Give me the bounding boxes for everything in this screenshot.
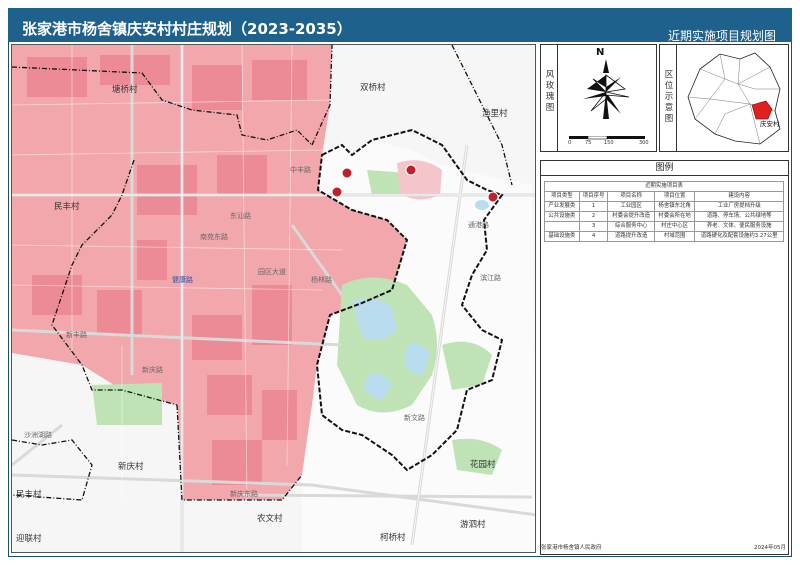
table-cell: 1 <box>578 201 609 212</box>
panel-divider <box>557 45 558 151</box>
title-bar: 张家港市杨舍镇庆安村村庄规划（2023-2035） 近期实施项目规划图 <box>8 8 792 43</box>
label-village-1: 塘桥村 <box>112 85 138 95</box>
table-cell: 道路、停车场、公共绿地等 <box>694 211 784 222</box>
wind-rose-panel: 风玫瑰图 N 0 75 150 300 <box>540 44 657 152</box>
panel-divider-2 <box>676 45 677 151</box>
label-village-6: 花园村 <box>470 460 496 470</box>
scale-tick-1: 75 <box>585 140 592 146</box>
project-marker-4[interactable] <box>487 191 499 203</box>
label-road-4: 东汕路 <box>230 212 251 220</box>
location-label: 区位示意图 <box>664 70 674 124</box>
label-road-9: 新文路 <box>404 414 425 422</box>
label-village-4: 民丰村 <box>54 202 80 212</box>
label-road-11: 沙洲湖路 <box>24 431 52 439</box>
label-road-7: 滨江路 <box>480 274 501 282</box>
table-row: 产业发展类 1 工业园区 杨舍镇东北角 工业厂房提档升级 <box>544 201 784 212</box>
label-village-8: 农文村 <box>257 514 283 524</box>
label-village-3: 渔里村 <box>482 109 508 119</box>
wind-rose-label: 风玫瑰图 <box>545 70 555 113</box>
col-header-name: 项目名称 <box>607 191 655 202</box>
table-row: 公共设施类 2 村委会提升改造 村委会所在地 道路、停车场、公共绿地等 <box>544 211 784 222</box>
col-header-location: 项目位置 <box>653 191 696 202</box>
location-highlight-label: 庆安村 <box>760 120 780 128</box>
label-road-1: 中丰路 <box>290 166 311 174</box>
table-cell: 村委会所在地 <box>653 211 696 222</box>
page-title: 张家港市杨舍镇庆安村村庄规划（2023-2035） <box>22 20 352 38</box>
label-village-5: 新庆村 <box>118 462 144 472</box>
table-cell: 公共设施类 <box>544 211 580 222</box>
project-table-header: 近期实施项目表 <box>544 181 784 192</box>
label-village-10: 游泗村 <box>460 520 486 530</box>
table-row: 基础设施类 4 道路提升改造 村域范围 道路硬化及配套设施约3.27公里 <box>544 231 784 242</box>
table-cell: 养老、文体、便民服务设施 <box>694 221 784 232</box>
project-table: 近期实施项目表 项目类型 项目序号 项目名称 项目位置 建设内容 产业发展类 1… <box>544 181 784 242</box>
table-cell: 工业园区 <box>607 201 655 212</box>
north-letter: N <box>596 47 605 58</box>
label-road-13: 新庆路 <box>142 366 163 374</box>
legend-panel: 图例 近期实施项目表 项目类型 项目序号 项目名称 项目位置 建设内容 产业发展… <box>540 160 789 555</box>
location-map <box>687 52 781 145</box>
table-cell: 工业厂房提档升级 <box>694 201 784 212</box>
table-cell: 2 <box>578 211 609 222</box>
main-map[interactable]: 塘桥村 双桥村 渔里村 民丰村 新庆村 花园村 民丰村 农文村 柯桥村 游泗村 … <box>11 44 536 553</box>
table-cell: 村域范围 <box>653 231 696 242</box>
label-village-7: 民丰村 <box>16 490 42 500</box>
table-cell: 综合服务中心 <box>607 221 655 232</box>
table-cell: 3 <box>578 221 609 232</box>
project-marker-2[interactable] <box>405 164 417 176</box>
wind-rose-icon <box>583 59 630 119</box>
table-cell: 基础设施类 <box>544 231 580 242</box>
scale-tick-2: 150 <box>604 140 614 146</box>
table-cell: 道路提升改造 <box>607 231 655 242</box>
table-cell: 产业发展类 <box>544 201 580 212</box>
col-header-no: 项目序号 <box>578 191 609 202</box>
location-panel: 区位示意图 庆安村 <box>659 44 789 152</box>
label-village-11: 迎联村 <box>16 534 42 544</box>
label-road-6: 通港路 <box>468 221 489 229</box>
label-road-8: 杨林路 <box>311 276 332 284</box>
table-cell: 道路硬化及配套设施约3.27公里 <box>694 231 784 242</box>
label-village-2: 双桥村 <box>360 83 386 93</box>
label-road-5: 健康路 <box>172 276 193 284</box>
label-road-3: 园区大道 <box>258 268 286 276</box>
page-subtitle: 近期实施项目规划图 <box>667 29 776 43</box>
table-cell: 村庄中心区 <box>653 221 696 232</box>
col-header-type: 项目类型 <box>544 191 580 202</box>
legend-title: 图例 <box>541 161 788 176</box>
project-marker-3[interactable] <box>331 186 343 198</box>
label-road-12: 新庆东路 <box>230 490 258 498</box>
table-cell: 4 <box>578 231 609 242</box>
footer-org: 张家港市杨舍镇人民政府 <box>541 545 602 551</box>
project-marker-1[interactable] <box>341 167 353 179</box>
table-cell: 村委会提升改造 <box>607 211 655 222</box>
label-village-9: 柯桥村 <box>380 533 406 543</box>
table-row: 3 综合服务中心 村庄中心区 养老、文体、便民服务设施 <box>544 221 784 232</box>
table-cell: 杨舍镇东北角 <box>653 201 696 212</box>
scale-tick-0: 0 <box>568 140 572 146</box>
footer-date: 2024年05月 <box>754 545 786 551</box>
table-cell <box>544 221 580 232</box>
col-header-content: 建设内容 <box>694 191 784 202</box>
label-road-2: 南苑东路 <box>200 233 228 241</box>
map-canvas <box>12 45 535 552</box>
label-road-10: 新丰路 <box>66 331 87 339</box>
scale-tick-3: 300 <box>639 140 649 146</box>
